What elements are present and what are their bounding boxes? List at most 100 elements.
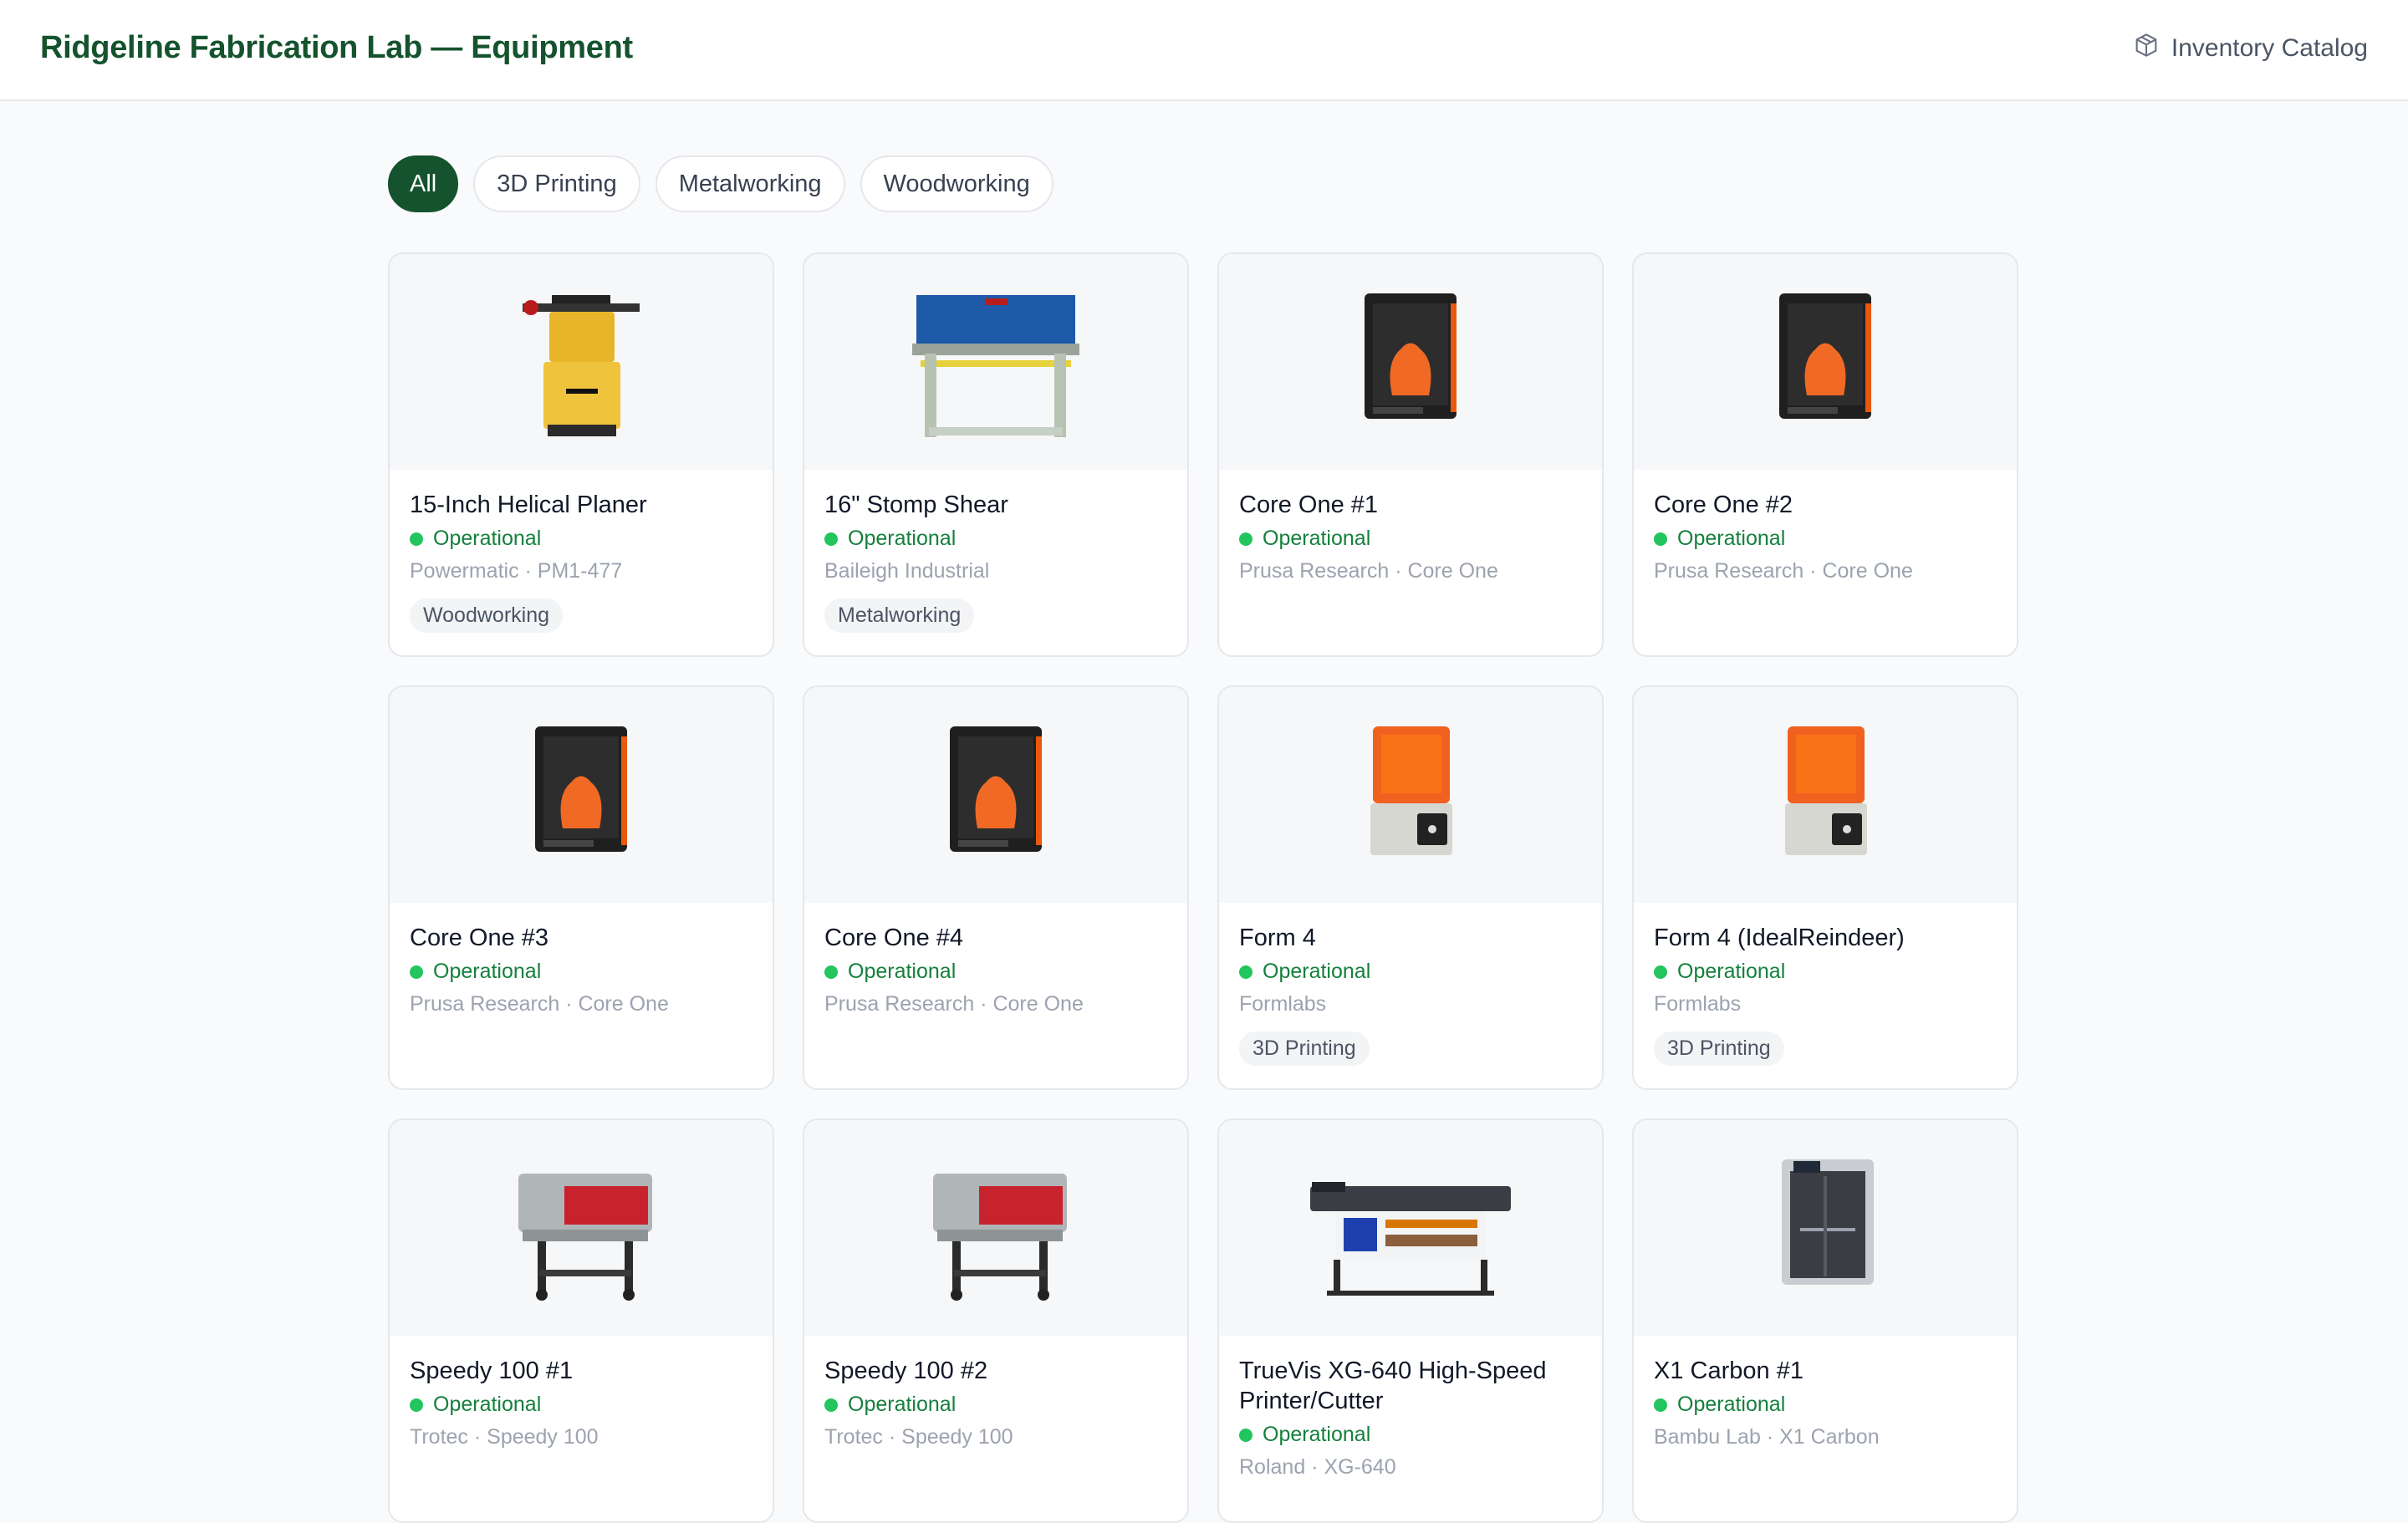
equipment-card-body: Form 4 (IdealReindeer) Operational Formlab… <box>1634 903 2017 1066</box>
status-label: Operational <box>1677 527 1786 550</box>
equipment-image <box>1634 687 2017 903</box>
core-one-illustration <box>1779 293 1871 419</box>
equipment-image <box>1219 254 1602 470</box>
status-dot-icon <box>1654 532 1667 546</box>
equipment-card-body: Core One #3 Operational Prusa Research · C… <box>390 903 773 1016</box>
equipment-name: Speedy 100 #2 <box>824 1357 988 1384</box>
status-label: Operational <box>1263 960 1371 983</box>
equipment-grid: 15-Inch Helical Planer Operational Powerma… <box>388 252 2018 1523</box>
planer-illustration <box>523 295 640 436</box>
filter-chip-metalworking[interactable]: Metalworking <box>655 155 845 212</box>
category-tag: Metalworking <box>824 599 975 633</box>
status-badge: Operational <box>410 960 752 984</box>
equipment-card[interactable]: Core One #1 Operational Prusa Research · C… <box>1217 252 1604 657</box>
category-tag: Woodworking <box>410 599 564 633</box>
laser-illustration <box>518 1174 652 1301</box>
status-label: Operational <box>1263 527 1371 550</box>
equipment-image <box>1219 1120 1602 1336</box>
equipment-card[interactable]: Speedy 100 #1 Operational Trotec · Speedy … <box>388 1118 774 1523</box>
app-header: Ridgeline Fabrication Lab — Equipment In… <box>0 0 2408 101</box>
equipment-name: Core One #4 <box>824 924 964 951</box>
manufacturer-model: Trotec · Speedy 100 <box>410 1425 599 1449</box>
status-label: Operational <box>433 1393 542 1416</box>
package-icon <box>2133 32 2160 65</box>
manufacturer-model: Prusa Research · Core One <box>1239 559 1498 583</box>
status-label: Operational <box>433 960 542 983</box>
category-tag: 3D Printing <box>1239 1031 1370 1066</box>
status-badge: Operational <box>410 527 752 551</box>
equipment-name: X1 Carbon #1 <box>1654 1357 1803 1384</box>
filter-chip-woodworking[interactable]: Woodworking <box>860 155 1054 212</box>
laser-illustration <box>933 1174 1067 1301</box>
equipment-name: 15-Inch Helical Planer <box>410 492 647 518</box>
inventory-catalog-label: Inventory Catalog <box>2171 34 2368 62</box>
equipment-image <box>1634 1120 2017 1336</box>
status-label: Operational <box>848 527 957 550</box>
status-dot-icon <box>410 1398 423 1412</box>
manufacturer-model: Trotec · Speedy 100 <box>824 1425 1013 1449</box>
equipment-card[interactable]: Speedy 100 #2 Operational Trotec · Speedy … <box>803 1118 1189 1523</box>
equipment-card[interactable]: Core One #4 Operational Prusa Research · C… <box>803 685 1189 1090</box>
equipment-name: Core One #1 <box>1239 492 1379 518</box>
manufacturer-model: Prusa Research · Core One <box>410 992 669 1016</box>
form4-illustration <box>1370 726 1452 855</box>
status-dot-icon <box>410 532 423 546</box>
status-dot-icon <box>824 1398 838 1412</box>
equipment-card-body: 16" Stomp Shear Operational Baileigh Indus… <box>804 470 1187 633</box>
equipment-card[interactable]: 15-Inch Helical Planer Operational Powerma… <box>388 252 774 657</box>
equipment-image <box>390 687 773 903</box>
status-badge: Operational <box>824 527 1167 551</box>
manufacturer-model: Formlabs <box>1239 992 1327 1016</box>
equipment-card-body: Speedy 100 #1 Operational Trotec · Speedy … <box>390 1336 773 1449</box>
equipment-name: Core One #3 <box>410 924 549 951</box>
status-label: Operational <box>1677 960 1786 983</box>
equipment-image <box>1634 254 2017 470</box>
status-badge: Operational <box>1654 960 1997 984</box>
core-one-illustration <box>950 726 1042 852</box>
equipment-card[interactable]: 16" Stomp Shear Operational Baileigh Indus… <box>803 252 1189 657</box>
status-label: Operational <box>848 1393 957 1416</box>
status-label: Operational <box>848 960 957 983</box>
status-dot-icon <box>824 965 838 979</box>
status-label: Operational <box>1263 1423 1371 1446</box>
filter-chip-all[interactable]: All <box>388 155 459 212</box>
manufacturer-model: Bambu Lab · X1 Carbon <box>1654 1425 1880 1449</box>
equipment-name: TrueVis XG-640 High-Speed Printer/Cutter <box>1239 1357 1547 1414</box>
equipment-image <box>804 1120 1187 1336</box>
status-dot-icon <box>1654 965 1667 979</box>
status-dot-icon <box>1239 1428 1252 1442</box>
equipment-image <box>390 1120 773 1336</box>
equipment-image <box>1219 687 1602 903</box>
category-filter-bar: All 3D Printing Metalworking Woodworking <box>388 155 1054 212</box>
equipment-image <box>804 254 1187 470</box>
equipment-card-body: Core One #4 Operational Prusa Research · C… <box>804 903 1187 1016</box>
equipment-card[interactable]: Core One #2 Operational Prusa Research · C… <box>1632 252 2018 657</box>
equipment-card-body: Core One #1 Operational Prusa Research · C… <box>1219 470 1602 583</box>
status-label: Operational <box>433 527 542 550</box>
equipment-image <box>390 254 773 470</box>
equipment-name: 16" Stomp Shear <box>824 492 1008 518</box>
equipment-card[interactable]: X1 Carbon #1 Operational Bambu Lab · X1 Ca… <box>1632 1118 2018 1523</box>
equipment-card[interactable]: Form 4 Operational Formlabs 3D Printing <box>1217 685 1604 1090</box>
manufacturer-model: Prusa Research · Core One <box>824 992 1084 1016</box>
core-one-illustration <box>1365 293 1457 419</box>
manufacturer-model: Baileigh Industrial <box>824 559 990 583</box>
equipment-name: Speedy 100 #1 <box>410 1357 574 1384</box>
manufacturer-model: Prusa Research · Core One <box>1654 559 1913 583</box>
category-tag: 3D Printing <box>1654 1031 1784 1066</box>
status-badge: Operational <box>1654 1393 1997 1417</box>
equipment-card-body: 15-Inch Helical Planer Operational Powerma… <box>390 470 773 633</box>
equipment-name: Form 4 (IdealReindeer) <box>1654 924 1905 951</box>
equipment-card[interactable]: Form 4 (IdealReindeer) Operational Formlab… <box>1632 685 2018 1090</box>
equipment-card-body: TrueVis XG-640 High-Speed Printer/Cutter… <box>1219 1336 1602 1480</box>
status-badge: Operational <box>824 960 1167 984</box>
inventory-catalog-link[interactable]: Inventory Catalog <box>2133 32 2368 65</box>
equipment-card[interactable]: TrueVis XG-640 High-Speed Printer/Cutter… <box>1217 1118 1604 1523</box>
status-dot-icon <box>824 532 838 546</box>
equipment-card-body: Speedy 100 #2 Operational Trotec · Speedy … <box>804 1336 1187 1449</box>
equipment-name: Form 4 <box>1239 924 1316 951</box>
status-badge: Operational <box>824 1393 1167 1417</box>
filter-chip-3d-printing[interactable]: 3D Printing <box>473 155 640 212</box>
equipment-card-body: Form 4 Operational Formlabs 3D Printing <box>1219 903 1602 1066</box>
equipment-card[interactable]: Core One #3 Operational Prusa Research · C… <box>388 685 774 1090</box>
